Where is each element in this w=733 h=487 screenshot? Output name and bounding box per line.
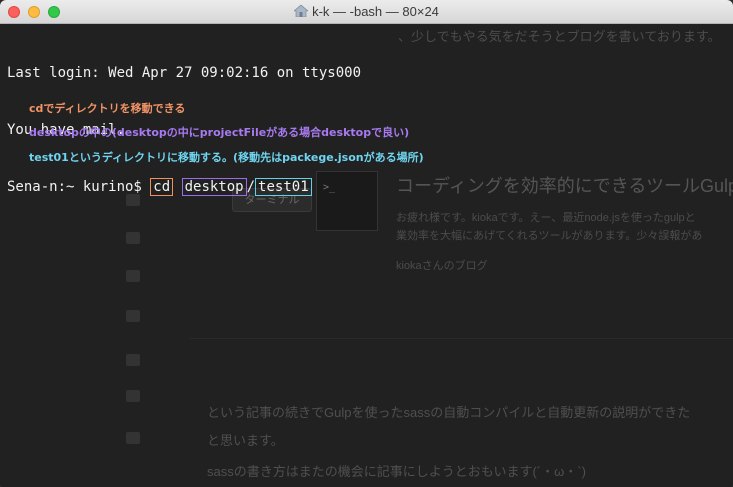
bg-paragraph: sassの書き方はまたの機会に記事にしようとおもいます(´・ω・`) xyxy=(207,464,586,479)
divider-icon xyxy=(126,310,140,322)
divider xyxy=(190,338,733,339)
bg-top-text: 、少しでもやる気をだそうとブログを書いております。 xyxy=(398,29,721,44)
terminal-line-command: Sena-n:~ kurino$ cd desktop / test01 xyxy=(7,178,361,197)
link-icon xyxy=(126,270,140,282)
info-icon xyxy=(126,390,140,402)
bg-card-description: お疲れ様です。kiokaです。えー、最近node.jsを使ったgulpと xyxy=(396,212,696,224)
path-separator: / xyxy=(246,179,256,195)
cd-command-highlight: cd xyxy=(150,178,174,196)
embed-icon xyxy=(126,432,140,444)
upload-icon xyxy=(126,354,140,366)
bg-card-title: コーディングを効率的にできるツールGulp xyxy=(396,176,733,196)
window-title-text: k-k — -bash — 80×24 xyxy=(312,4,439,19)
terminal-window: k-k — -bash — 80×24 、少しでもやる気をだそうとブログを書いて… xyxy=(0,0,733,487)
terminal-line-login: Last login: Wed Apr 27 09:02:16 on ttys0… xyxy=(7,65,362,81)
annotation-test01: test01というディレクトリに移動する。(移動先はpackege.jsonがあ… xyxy=(29,151,424,164)
annotation-desktop: desktopの中の(desktopの中にprojectFileがある場合des… xyxy=(29,126,410,139)
bg-card-source: kiokaさんのブログ xyxy=(396,260,488,272)
bg-paragraph: という記事の続きでGulpを使ったsassの自動コンパイルと自動更新の説明ができ… xyxy=(207,405,691,420)
shell-prompt: Sena-n:~ kurino$ xyxy=(7,179,151,195)
home-folder-icon xyxy=(294,5,309,17)
bg-paragraph: と思います。 xyxy=(207,433,284,448)
test01-arg-highlight: test01 xyxy=(255,178,312,196)
window-title: k-k — -bash — 80×24 xyxy=(0,4,733,19)
desktop-arg-highlight: desktop xyxy=(181,178,247,196)
annotation-cd: cdでディレクトリを移動できる xyxy=(29,102,186,115)
bg-card-description: 業効率を大幅にあげてくれるツールがあります。少々誤報があ xyxy=(396,230,703,242)
title-bar[interactable]: k-k — -bash — 80×24 xyxy=(0,0,733,24)
terminal-content[interactable]: 、少しでもやる気をだそうとブログを書いております。 ターミナル >_ コーディン… xyxy=(0,24,733,487)
